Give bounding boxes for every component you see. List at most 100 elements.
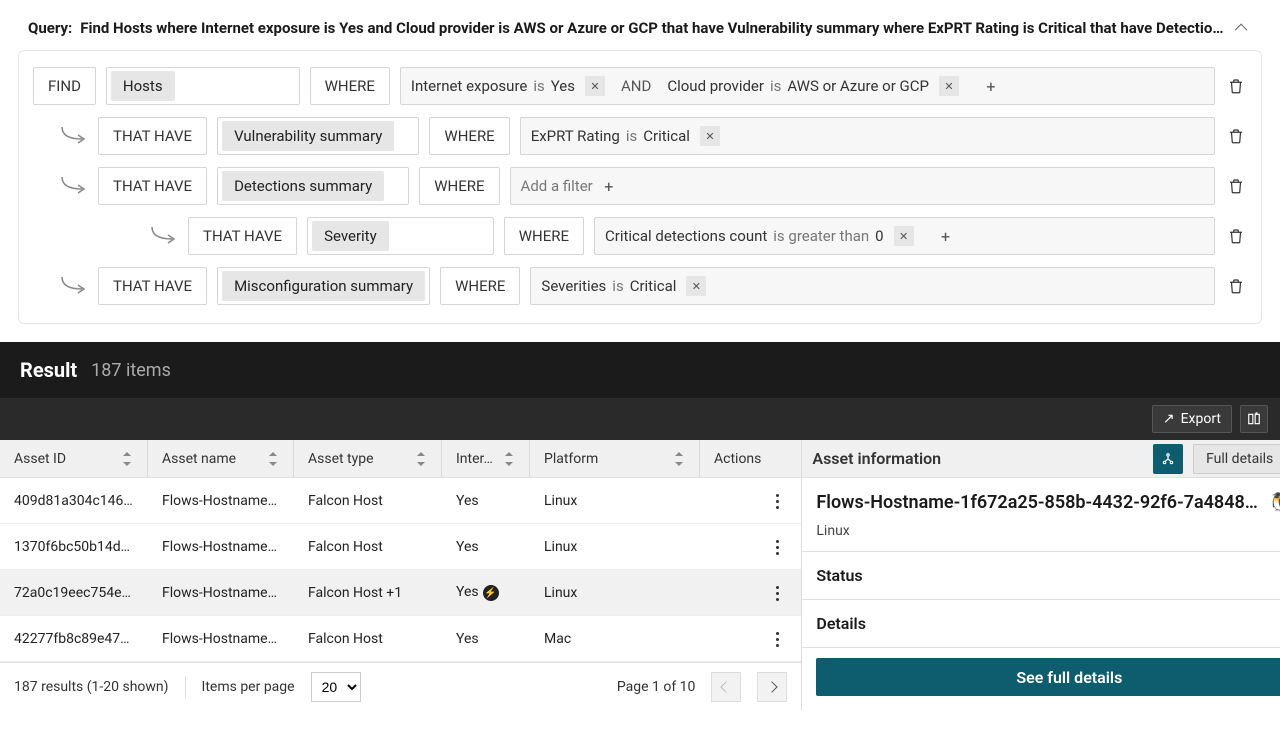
accordion-label: Details — [816, 614, 866, 633]
filter-box[interactable]: Add a filter — [510, 167, 1215, 205]
export-icon — [1163, 411, 1175, 427]
cell-asset-name: Flows-Hostname-… — [148, 631, 294, 647]
and-kw: AND — [621, 77, 651, 95]
cell-asset-id: 1370f6bc50b14dd… — [0, 539, 148, 555]
query-label: Query: — [28, 19, 72, 37]
remove-filter-icon[interactable] — [686, 276, 706, 296]
result-toolbar: Export — [0, 398, 1280, 440]
cell-asset-id: 409d81a304c146… — [0, 493, 148, 509]
col-header-internet[interactable]: Inter… — [442, 440, 530, 477]
remove-filter-icon[interactable] — [894, 226, 914, 246]
table-row[interactable]: 72a0c19eec754ed…Flows-Hostname-…Falcon H… — [0, 570, 801, 616]
cell-actions — [700, 623, 801, 655]
indent-arrow — [33, 225, 178, 247]
cell-asset-type: Falcon Host — [294, 493, 442, 509]
cell-asset-type: Falcon Host — [294, 631, 442, 647]
where-kw: WHERE — [419, 167, 499, 205]
filter-op: is — [626, 127, 637, 145]
row-actions-menu-icon[interactable] — [767, 532, 787, 562]
delete-row-icon[interactable] — [1225, 225, 1247, 247]
filter-box[interactable]: Severities is Critical — [530, 267, 1215, 305]
remove-filter-icon[interactable] — [700, 126, 720, 146]
entity-chip[interactable]: Severity — [312, 221, 389, 251]
sort-icon[interactable] — [267, 452, 279, 466]
entity-chip[interactable]: Vulnerability summary — [222, 121, 394, 151]
delete-row-icon[interactable] — [1225, 75, 1247, 97]
entity-select[interactable]: Severity — [307, 217, 494, 255]
entity-chip[interactable]: Hosts — [111, 71, 175, 101]
filter-val: Critical — [643, 127, 690, 145]
where-kw: WHERE — [504, 217, 584, 255]
table-row[interactable]: 42277fb8c89e47c…Flows-Hostname-…Falcon H… — [0, 616, 801, 662]
that-have-kw: THAT HAVE — [188, 217, 297, 255]
entity-chip[interactable]: Misconfiguration summary — [222, 271, 425, 301]
accordion-status[interactable]: Status — [802, 552, 1280, 600]
pagination: 187 results (1-20 shown) Items per page … — [0, 662, 801, 710]
col-header-asset-name[interactable]: Asset name — [148, 440, 294, 477]
entity-select[interactable]: Vulnerability summary — [217, 117, 419, 155]
add-filter-icon[interactable] — [599, 176, 619, 196]
cell-actions — [700, 485, 801, 517]
filter-field: Severities — [541, 277, 606, 295]
row-actions-menu-icon[interactable] — [767, 624, 787, 654]
sort-icon[interactable] — [673, 452, 685, 466]
add-filter-icon[interactable] — [981, 76, 1001, 96]
accordion-label: Status — [816, 566, 862, 585]
sort-icon[interactable] — [503, 452, 515, 466]
full-details-button[interactable]: Full details — [1193, 444, 1280, 474]
indent-arrow — [33, 125, 88, 147]
export-button[interactable]: Export — [1152, 405, 1232, 433]
entity-select[interactable]: Detections summary — [217, 167, 409, 205]
cell-actions — [700, 577, 801, 609]
cell-platform: Linux — [530, 493, 700, 509]
entity-select[interactable]: Misconfiguration summary — [217, 267, 430, 305]
col-header-asset-id[interactable]: Asset ID — [0, 440, 148, 477]
side-header: Asset information Full details — [802, 440, 1280, 478]
cell-asset-type: Falcon Host — [294, 539, 442, 555]
entity-chip[interactable]: Detections summary — [222, 171, 384, 201]
sort-icon[interactable] — [121, 452, 133, 466]
columns-icon[interactable] — [1240, 405, 1268, 433]
prev-page-button[interactable] — [711, 672, 741, 702]
items-per-page-select[interactable]: 20 — [311, 672, 361, 702]
cell-asset-id: 72a0c19eec754ed… — [0, 585, 148, 601]
delete-row-icon[interactable] — [1225, 275, 1247, 297]
collapse-query-icon[interactable] — [1232, 18, 1252, 38]
cell-internet: Yes⚡ — [442, 584, 530, 602]
that-have-kw: THAT HAVE — [98, 117, 207, 155]
where-kw: WHERE — [440, 267, 520, 305]
cell-actions — [700, 531, 801, 563]
next-page-button[interactable] — [757, 672, 787, 702]
col-header-platform[interactable]: Platform — [530, 440, 700, 477]
remove-filter-icon[interactable] — [585, 76, 605, 96]
entity-select[interactable]: Hosts — [106, 67, 300, 105]
query-builder: FIND Hosts WHERE Internet exposure is Ye… — [18, 50, 1262, 324]
col-header-asset-type[interactable]: Asset type — [294, 440, 442, 477]
add-filter-icon[interactable] — [936, 226, 956, 246]
delete-row-icon[interactable] — [1225, 175, 1247, 197]
indent-arrow — [33, 275, 88, 297]
query-text: Find Hosts where Internet exposure is Ye… — [80, 19, 1224, 37]
sort-icon[interactable] — [415, 452, 427, 466]
row-actions-menu-icon[interactable] — [767, 486, 787, 516]
remove-filter-icon[interactable] — [939, 76, 959, 96]
filter-op: is greater than — [773, 227, 869, 245]
graph-view-icon[interactable] — [1153, 444, 1183, 474]
filter-box[interactable]: Critical detections count is greater tha… — [594, 217, 1215, 255]
table-row[interactable]: 409d81a304c146…Flows-Hostname-…Falcon Ho… — [0, 478, 801, 524]
delete-row-icon[interactable] — [1225, 125, 1247, 147]
row-actions-menu-icon[interactable] — [767, 578, 787, 608]
accordion-details[interactable]: Details — [802, 600, 1280, 648]
results-summary: 187 results (1-20 shown) — [14, 679, 169, 695]
that-have-kw: THAT HAVE — [98, 167, 207, 205]
linux-icon: 🐧 — [1268, 492, 1280, 513]
cell-asset-id: 42277fb8c89e47c… — [0, 631, 148, 647]
filter-box[interactable]: Internet exposure is Yes AND Cloud provi… — [400, 67, 1215, 105]
filter-box[interactable]: ExPRT Rating is Critical — [520, 117, 1215, 155]
table-row[interactable]: 1370f6bc50b14dd…Flows-Hostname-…Falcon H… — [0, 524, 801, 570]
asset-subtitle: Linux — [802, 523, 1280, 551]
filter-field: ExPRT Rating — [531, 127, 620, 145]
cell-platform: Linux — [530, 539, 700, 555]
see-full-details-button[interactable]: See full details — [816, 658, 1280, 696]
cell-platform: Mac — [530, 631, 700, 647]
